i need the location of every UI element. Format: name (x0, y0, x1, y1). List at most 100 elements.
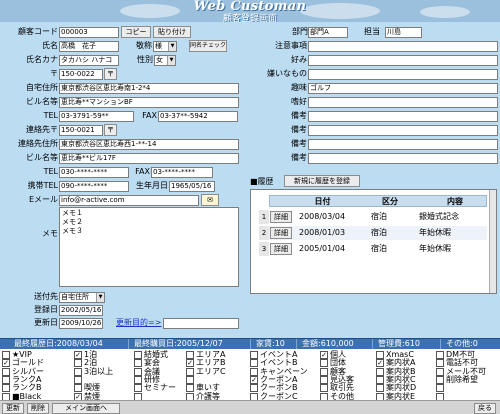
checkbox-icon[interactable] (74, 384, 82, 393)
same-name-check-button[interactable]: 同名チェック (189, 40, 227, 52)
checkbox-icon[interactable] (376, 367, 384, 376)
paste-button[interactable]: 貼り付け (153, 26, 191, 38)
staff-select[interactable]: 川島 (385, 27, 422, 38)
new-history-button[interactable]: 新規に履歴を登録 (284, 175, 360, 187)
checkbox-checked-icon[interactable]: ✓ (250, 375, 258, 384)
checkbox-icon[interactable] (436, 375, 444, 384)
tel-label: TEL (43, 111, 58, 120)
zip-lookup-button[interactable]: 〒 (104, 68, 117, 80)
email-send-icon[interactable]: ✉ (201, 194, 219, 206)
birthday-input[interactable]: 1965/05/16 (169, 181, 215, 192)
kana-input[interactable]: タカハシ ハナコ (59, 55, 119, 66)
checkbox-icon[interactable] (134, 359, 142, 368)
registered-input[interactable]: 2002/05/16 (59, 305, 103, 316)
contact-fax-input[interactable]: 03-****-**** (151, 167, 213, 178)
checkbox-icon[interactable] (186, 384, 194, 393)
update-purpose-link[interactable]: 更新目的=> (116, 317, 161, 329)
back-button[interactable]: 戻る (474, 403, 496, 414)
checkbox-icon[interactable] (320, 367, 328, 376)
checkbox-icon[interactable] (320, 359, 328, 368)
checkbox-icon[interactable] (186, 351, 194, 359)
checkbox-checked-icon[interactable]: ✓ (2, 359, 10, 368)
email-input[interactable]: info@r-active.com (59, 195, 199, 206)
remarks-input[interactable] (308, 153, 498, 164)
main-menu-button[interactable]: メイン画面へ (52, 403, 120, 414)
honorific-select[interactable]: 様 ▼ (153, 41, 177, 52)
row-category: 宿泊 (371, 212, 387, 221)
notes-input[interactable] (308, 41, 498, 52)
delivery-select[interactable]: 自宅住所 ▼ (59, 292, 105, 303)
checkbox-icon[interactable] (436, 359, 444, 368)
checkbox-icon[interactable] (74, 375, 82, 384)
remarks-input[interactable] (308, 125, 498, 136)
detail-button[interactable]: 詳細 (270, 227, 292, 239)
checkbox-icon[interactable] (436, 384, 444, 393)
checkbox-icon[interactable] (186, 367, 194, 376)
remarks-input[interactable] (308, 139, 498, 150)
checkbox-checked-icon[interactable]: ✓ (376, 359, 384, 368)
checkbox-icon[interactable] (376, 375, 384, 384)
detail-button[interactable]: 詳細 (270, 243, 292, 255)
gender-select[interactable]: 女 ▼ (154, 55, 176, 66)
likes-input[interactable] (308, 55, 498, 66)
contact-building-input[interactable]: 恵比寿**ビル17F (59, 153, 239, 164)
preference-input[interactable] (308, 97, 498, 108)
fax-input[interactable]: 03-37**-5942 (158, 111, 238, 122)
contact-tel-input[interactable]: 030-****-**** (59, 167, 129, 178)
tel-input[interactable]: 03-3791-59** (59, 111, 134, 122)
delete-button[interactable]: 削除 (27, 403, 49, 414)
checkbox-checked-icon[interactable]: ✓ (186, 359, 194, 368)
history-title: ■履歴 (250, 177, 274, 186)
honorific-value: 様 (155, 42, 162, 50)
checkbox-icon[interactable] (134, 367, 142, 376)
checkbox-icon[interactable] (250, 351, 258, 359)
checkbox-icon[interactable] (376, 384, 384, 393)
contact-zip-input[interactable]: 150-0021 (59, 125, 103, 136)
history-header: 日付 区分 内容 (269, 195, 487, 207)
checkbox-checked-icon[interactable]: ✓ (320, 351, 328, 359)
checkbox-icon[interactable] (320, 375, 328, 384)
contact-address-input[interactable]: 東京都渋谷区恵比寿西1-**-14 (59, 139, 239, 150)
checkbox-icon[interactable] (2, 351, 10, 359)
table-row: 3 詳細 2005/01/04 宿泊 年始休暇 (259, 242, 487, 256)
hobby-input[interactable]: ゴルフ (308, 83, 498, 94)
contact-zip-lookup-button[interactable]: 〒 (104, 124, 117, 136)
home-address-input[interactable]: 東京都渋谷区恵比寿南1-2*4 (59, 83, 239, 94)
checkbox-icon[interactable] (436, 351, 444, 359)
checkbox-icon[interactable] (134, 384, 142, 393)
name-input[interactable]: 高橋 花子 (59, 41, 119, 52)
checkbox-icon[interactable] (74, 367, 82, 376)
checkbox-icon[interactable] (250, 367, 258, 376)
checkbox-icon[interactable] (250, 384, 258, 393)
dislikes-input[interactable] (308, 69, 498, 80)
update-purpose-input[interactable] (163, 318, 239, 329)
checkbox-icon[interactable] (2, 367, 10, 376)
checkbox-icon[interactable] (2, 375, 10, 384)
checkbox-icon[interactable] (250, 359, 258, 368)
copy-button[interactable]: コピー (121, 26, 151, 38)
checkbox-icon[interactable] (134, 375, 142, 384)
birthday-label: 生年月日 (136, 181, 168, 190)
checkbox-checked-icon[interactable]: ✓ (74, 351, 82, 359)
remarks-label: 備考 (291, 139, 307, 148)
mobile-input[interactable]: 090-****-**** (59, 181, 129, 192)
update-button[interactable]: 更新 (2, 403, 24, 414)
contact-zip-label: 連絡先〒 (26, 125, 58, 134)
remarks-input[interactable] (308, 111, 498, 122)
checkbox-icon[interactable] (320, 384, 328, 393)
checkbox-icon[interactable] (74, 359, 82, 368)
dept-select[interactable]: 部門A (308, 27, 348, 38)
zip-input[interactable]: 150-0022 (59, 69, 103, 80)
detail-button[interactable]: 詳細 (270, 211, 292, 223)
checkbox-icon[interactable] (134, 351, 142, 359)
customer-code-input[interactable]: 000003 (59, 27, 119, 38)
memo-textarea[interactable]: メモ１ メモ２ メモ３ (59, 207, 239, 287)
updated-input[interactable]: 2009/10/26 (59, 318, 103, 329)
history-scrollbar[interactable] (489, 190, 496, 293)
checkbox-icon[interactable] (376, 351, 384, 359)
checkbox-icon[interactable] (436, 367, 444, 376)
checkbox-icon[interactable] (186, 375, 194, 384)
email-label: Eメール (28, 195, 58, 204)
checkbox-icon[interactable] (2, 384, 10, 393)
building-input[interactable]: 恵比寿**マンションBF (59, 97, 239, 108)
